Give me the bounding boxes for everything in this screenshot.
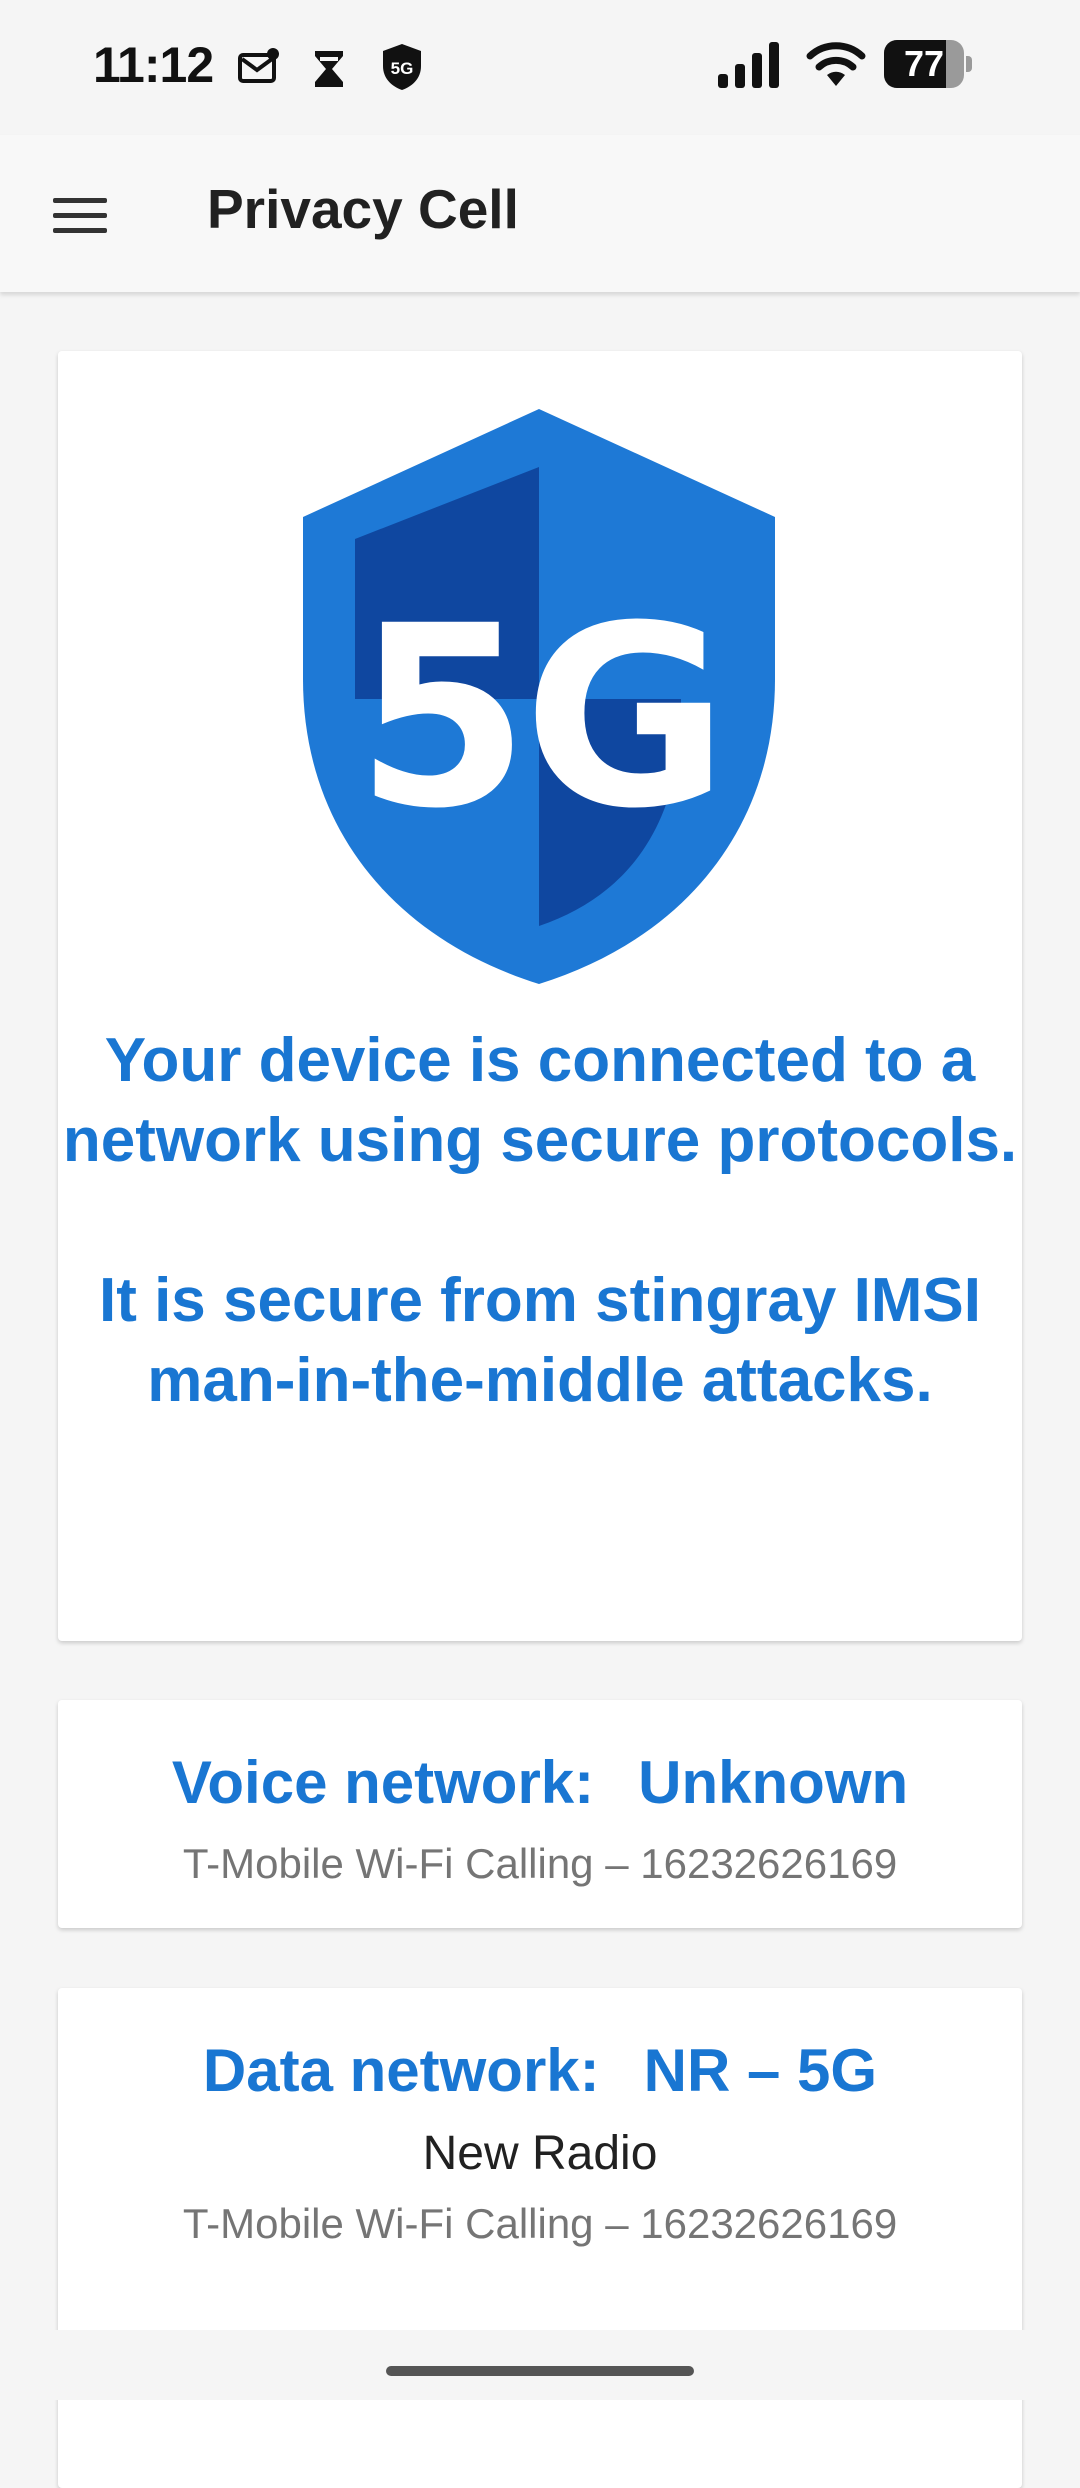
security-status-card: 5G Your device is connected to a network… <box>58 351 1022 1641</box>
data-network-carrier: T-Mobile Wi-Fi Calling – 16232626169 <box>182 2200 898 2247</box>
navigation-bar <box>0 2330 1080 2400</box>
battery-icon: 77 <box>884 40 972 88</box>
hamburger-menu-icon[interactable] <box>40 175 120 255</box>
cellular-signal-icon <box>718 42 779 88</box>
security-message-stingray: It is secure from stingray IMSI man-in-t… <box>98 1266 982 1415</box>
battery-level: 77 <box>903 43 945 84</box>
app-bar: Privacy Cell <box>0 135 1080 292</box>
data-network-line: Data network: NR – 5G <box>58 2036 1022 2105</box>
app-title: Privacy Cell <box>207 178 519 240</box>
5g-shield-icon: 5G <box>303 409 775 984</box>
home-gesture-handle[interactable] <box>386 2366 694 2376</box>
mail-icon <box>238 48 279 83</box>
status-bar: 11:12 5G 77 <box>0 0 1080 135</box>
status-time: 11:12 <box>93 37 214 93</box>
security-message-connection: Your device is connected to a network us… <box>62 1026 1018 1175</box>
shield-5g-label: 5G <box>355 572 722 863</box>
data-network-card: Data network: NR – 5G New Radio T-Mobile … <box>58 1988 1022 2488</box>
wifi-icon <box>806 42 866 86</box>
voice-network-card: Voice network: Unknown T-Mobile Wi-Fi Cal… <box>58 1700 1022 1928</box>
5g-shield-icon: 5G <box>383 44 421 90</box>
voice-network-carrier: T-Mobile Wi-Fi Calling – 16232626169 <box>182 1840 898 1887</box>
svg-text:5G: 5G <box>391 59 414 78</box>
hourglass-icon <box>315 51 343 87</box>
voice-network-label: Voice network: <box>171 1749 595 1816</box>
data-network-label: Data network: <box>202 2037 600 2104</box>
voice-network-value: Unknown <box>638 1749 909 1816</box>
data-network-value: NR – 5G <box>643 2037 878 2104</box>
voice-network-line: Voice network: Unknown <box>58 1748 1022 1817</box>
data-network-type: New Radio <box>422 2127 658 2180</box>
security-message: Your device is connected to a network us… <box>58 1021 1022 1421</box>
